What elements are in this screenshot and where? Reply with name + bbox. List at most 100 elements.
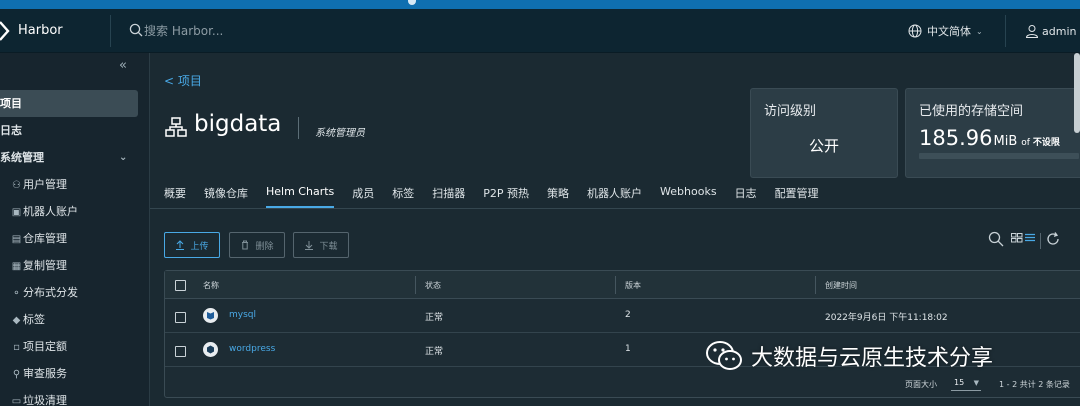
sidebar-item-administration[interactable]: 系统管理 ⌄ — [0, 144, 149, 171]
view-toggle[interactable] — [1011, 233, 1036, 243]
chart-status: 正常 — [425, 313, 444, 323]
language-selector[interactable]: 中文简体 ⌄ — [908, 9, 983, 53]
access-level-value: 公开 — [808, 137, 839, 155]
sidebar-nav: 项目 日志 系统管理 ⌄ ⚇ 用户管理 ▣ 机器人账户 ▤ 仓库管理 ▦ 复制管理 ⚬ 分布… — [0, 90, 149, 406]
sidebar-item-robot-accounts[interactable]: ▣ 机器人账户 — [0, 198, 149, 225]
tab-item[interactable]: 配置管理 — [775, 181, 819, 208]
tab-item[interactable]: 机器人账户 — [587, 181, 642, 208]
tab-item[interactable]: Helm Charts — [266, 181, 335, 208]
top-strip-indicator — [408, 0, 416, 5]
list-view-icon — [1025, 233, 1035, 242]
back-to-projects-link[interactable]: < 项目 — [164, 72, 202, 89]
column-header-created[interactable]: 创建时间 — [825, 280, 857, 291]
table-row[interactable]: mysql 正常 2 2022年9月6日 下午11:18:02 — [165, 300, 1080, 333]
chart-created: 2022年9月6日 下午11:18:02 — [825, 313, 948, 323]
users-icon: ⚇ — [12, 180, 21, 191]
sidebar-item-label: 项目 — [0, 97, 22, 110]
sidebar-item-users[interactable]: ⚇ 用户管理 — [0, 171, 149, 198]
sidebar-item-label: 复制管理 — [23, 259, 67, 272]
sidebar-item-label: 垃圾清理 — [23, 394, 67, 406]
access-level-card: 访问级别 公开 — [750, 88, 898, 178]
tab-item[interactable]: P2P 预热 — [483, 181, 529, 208]
delete-button[interactable]: 删除 — [229, 232, 285, 258]
page-size-select[interactable]: 15 ▼ — [951, 375, 981, 391]
tabs-divider — [150, 208, 1080, 209]
sidebar-item-registries[interactable]: ▤ 仓库管理 — [0, 225, 149, 252]
column-header-name[interactable]: 名称 — [203, 280, 219, 291]
distribution-icon: ⚬ — [12, 288, 21, 299]
app-header: Harbor 中文简体 ⌄ admin — [0, 9, 1080, 53]
helm-chart-icon — [203, 308, 218, 323]
page-size-label: 页面大小 — [905, 380, 937, 389]
user-icon — [1025, 25, 1039, 38]
sidebar-item-label: 标签 — [23, 313, 45, 326]
project-role: 系统管理员 — [315, 128, 365, 139]
sidebar-item-interrogation-services[interactable]: ⚲ 审查服务 — [0, 360, 149, 387]
page-scrollbar[interactable] — [1074, 53, 1080, 133]
column-resize-handle[interactable] — [615, 276, 616, 294]
column-header-version[interactable]: 版本 — [625, 280, 641, 291]
wechat-icon — [706, 341, 742, 370]
charts-table: 名称 状态 版本 创建时间 mysql 正常 2 2022年9月6日 下午11:… — [164, 270, 1080, 398]
sidebar-item-logs[interactable]: 日志 — [0, 117, 149, 144]
sidebar-item-replications[interactable]: ▦ 复制管理 — [0, 252, 149, 279]
tab-item[interactable]: 扫描器 — [432, 181, 465, 208]
sidebar-item-projects[interactable]: 项目 — [0, 90, 138, 117]
sidebar-item-quotas[interactable]: ▫ 项目定额 — [0, 333, 149, 360]
tab-item[interactable]: 策略 — [547, 181, 569, 208]
access-level-label: 访问级别 — [764, 104, 817, 119]
storage-progress-bar — [919, 153, 1079, 159]
label-icon: ◆ — [12, 315, 21, 326]
registry-icon: ▤ — [11, 234, 22, 245]
sidebar-item-label: 分布式分发 — [23, 286, 78, 299]
storage-usage-card: 已使用的存储空间 185.96MiB of 不设限 — [905, 88, 1080, 178]
card-view-icon — [1011, 233, 1023, 243]
project-icon — [165, 117, 187, 137]
tab-item[interactable]: 概要 — [164, 181, 186, 208]
sidebar-item-labels[interactable]: ◆ 标签 — [0, 306, 149, 333]
search-icon[interactable] — [988, 231, 1004, 247]
search-input[interactable] — [144, 19, 444, 43]
search-icon[interactable] — [129, 23, 143, 37]
helm-chart-icon — [203, 342, 218, 357]
sidebar-item-garbage-collection[interactable]: ▭ 垃圾清理 — [0, 387, 149, 406]
download-icon — [305, 241, 314, 250]
project-tabs: 概要 镜像仓库 Helm Charts 成员 标签 扫描器 P2P 预热 策略 机器人账户 Web… — [164, 181, 837, 208]
select-all-checkbox[interactable] — [175, 280, 186, 291]
download-button[interactable]: 下载 — [293, 232, 349, 258]
tab-item[interactable]: 成员 — [352, 181, 374, 208]
column-header-status[interactable]: 状态 — [425, 280, 441, 291]
page-size-value: 15 — [954, 378, 965, 387]
pagination-range: 1 - 2 共计 2 条记录 — [999, 380, 1070, 389]
sidebar-item-label: 仓库管理 — [23, 232, 67, 245]
storage-amount: 185.96 — [919, 126, 993, 150]
chart-version: 1 — [625, 344, 631, 354]
chevron-down-icon: ⌄ — [119, 152, 128, 163]
row-checkbox[interactable] — [175, 312, 186, 323]
trash-icon — [242, 240, 249, 250]
storage-limit: 不设限 — [1032, 138, 1060, 148]
upload-button[interactable]: 上传 — [164, 232, 220, 258]
column-resize-handle[interactable] — [415, 276, 416, 294]
watermark: 大数据与云原生技术分享 — [705, 340, 993, 372]
language-label: 中文简体 — [927, 25, 971, 38]
brand-name[interactable]: Harbor — [18, 9, 63, 53]
sidebar-item-distributions[interactable]: ⚬ 分布式分发 — [0, 279, 149, 306]
tab-item[interactable]: 镜像仓库 — [204, 181, 248, 208]
refresh-icon[interactable] — [1045, 231, 1061, 247]
browser-top-strip — [0, 0, 1080, 9]
tab-item[interactable]: 标签 — [392, 181, 414, 208]
row-checkbox[interactable] — [175, 346, 186, 357]
column-resize-handle[interactable] — [815, 276, 816, 294]
chart-name-link[interactable]: mysql — [229, 310, 256, 320]
sidebar-item-label: 项目定额 — [23, 340, 67, 353]
user-menu[interactable]: admin — [1025, 9, 1076, 53]
tab-item[interactable]: 日志 — [735, 181, 757, 208]
chart-name-link[interactable]: wordpress — [229, 344, 275, 354]
upload-icon — [176, 240, 185, 250]
collapse-sidebar-icon[interactable]: « — [119, 58, 127, 73]
sidebar-item-label: 审查服务 — [23, 367, 67, 380]
toolbar-divider — [1040, 233, 1041, 249]
chart-status: 正常 — [425, 347, 444, 357]
tab-item[interactable]: Webhooks — [660, 181, 717, 208]
